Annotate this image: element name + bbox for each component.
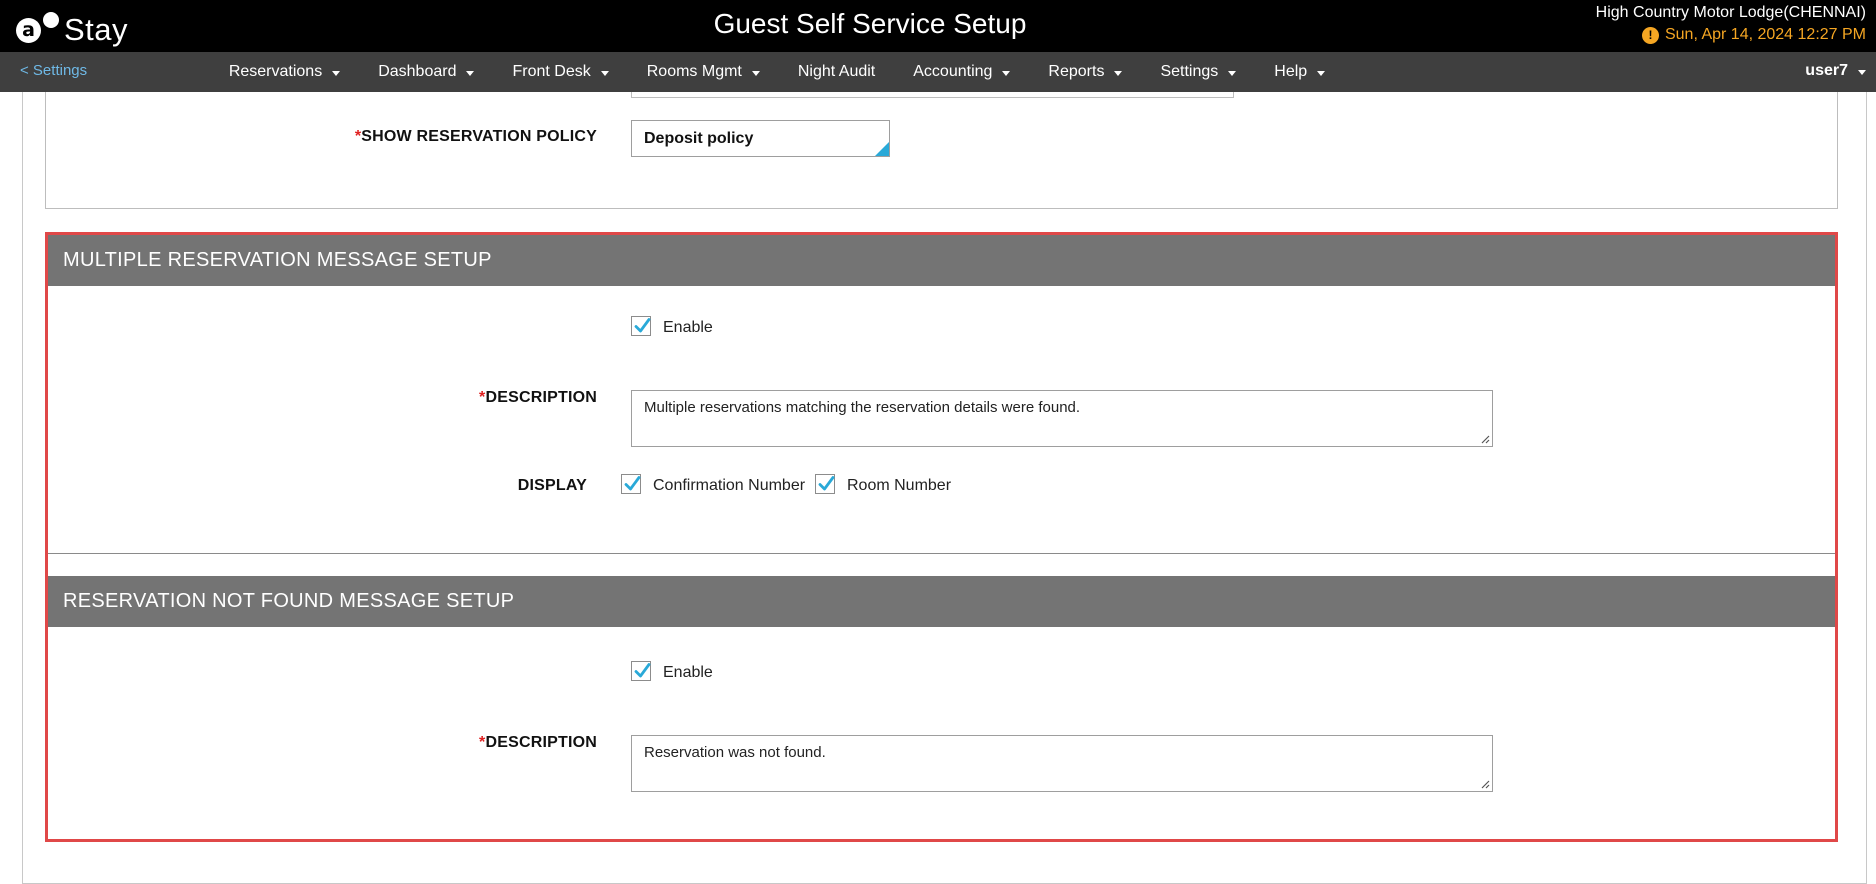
caret-down-icon — [1317, 71, 1326, 76]
main-nav: < Settings Reservations Dashboard Front … — [0, 52, 1876, 92]
reservation-policy-select[interactable]: Deposit policy — [631, 120, 890, 157]
room-number-checkbox[interactable] — [815, 474, 835, 494]
nav-label: Rooms Mgmt — [646, 63, 742, 80]
caret-down-icon — [1114, 71, 1123, 76]
nav-label: Help — [1274, 63, 1308, 80]
textarea-value: Reservation was not found. — [644, 744, 826, 761]
not-found-description-label: *DESCRIPTION — [300, 734, 597, 752]
caret-down-icon — [466, 71, 475, 76]
nav-item-reservations[interactable]: Reservations — [228, 63, 341, 81]
scrolled-field-edge — [631, 92, 1234, 98]
hotel-name: High Country Motor Lodge(CHENNAI) — [1595, 4, 1866, 21]
checkmark-icon — [634, 663, 651, 678]
not-found-description-textarea[interactable]: Reservation was not found. — [631, 735, 1493, 792]
alert-icon[interactable]: ! — [1641, 26, 1659, 44]
date-time-text: Sun, Apr 14, 2024 12:27 PM — [1664, 26, 1866, 43]
multiple-enable-checkbox[interactable] — [631, 316, 651, 336]
not-found-enable-label: Enable — [663, 664, 713, 681]
reservation-policy-label: *SHOW RESERVATION POLICY — [300, 128, 597, 146]
room-number-label: Room Number — [847, 477, 952, 494]
nav-label: Reports — [1048, 63, 1105, 80]
nav-label: Reservations — [228, 63, 323, 80]
resize-handle-icon[interactable] — [1480, 434, 1490, 444]
nav-label: Front Desk — [512, 63, 591, 80]
multiple-description-label: *DESCRIPTION — [300, 389, 597, 407]
label-text: DESCRIPTION — [485, 734, 597, 751]
checkmark-icon — [624, 476, 641, 491]
nav-item-rooms-mgmt[interactable]: Rooms Mgmt — [647, 63, 760, 81]
nav-item-help[interactable]: Help — [1274, 63, 1326, 81]
nav-item-accounting[interactable]: Accounting — [913, 63, 1011, 81]
multiple-description-textarea[interactable]: Multiple reservations matching the reser… — [631, 390, 1493, 447]
nav-label: Settings — [1160, 63, 1219, 80]
nav-item-front-desk[interactable]: Front Desk — [512, 63, 609, 81]
hotel-info: High Country Motor Lodge(CHENNAI) ! Sun,… — [1596, 2, 1866, 46]
checkmark-icon — [634, 318, 651, 333]
dropdown-corner-icon — [875, 142, 889, 156]
label-text: SHOW RESERVATION POLICY — [361, 128, 597, 145]
nav-item-dashboard[interactable]: Dashboard — [378, 63, 475, 81]
caret-down-icon — [1002, 71, 1011, 76]
nav-item-night-audit[interactable]: Night Audit — [798, 63, 875, 81]
nav-menu: Reservations Dashboard Front Desk Rooms … — [0, 52, 1876, 92]
business-date: ! Sun, Apr 14, 2024 12:27 PM — [1596, 24, 1866, 46]
page-title: Guest Self Service Setup — [713, 8, 1027, 39]
not-found-heading: RESERVATION NOT FOUND MESSAGE SETUP — [48, 576, 1835, 627]
confirmation-number-label: Confirmation Number — [653, 477, 806, 494]
caret-down-icon — [1228, 71, 1237, 76]
reservation-policy-panel — [45, 92, 1838, 209]
multiple-enable-label: Enable — [663, 319, 713, 336]
caret-down-icon — [600, 71, 609, 76]
caret-down-icon — [332, 71, 341, 76]
top-bar: a Stay Guest Self Service Setup High Cou… — [0, 0, 1876, 52]
nav-item-reports[interactable]: Reports — [1048, 63, 1123, 81]
caret-down-icon — [1858, 70, 1866, 75]
user-menu[interactable]: user7 — [1805, 62, 1866, 80]
nav-label: Dashboard — [378, 63, 457, 80]
label-text: DESCRIPTION — [485, 389, 597, 406]
section-divider — [48, 553, 1835, 554]
selected-value: Deposit policy — [644, 130, 754, 147]
nav-item-settings[interactable]: Settings — [1160, 63, 1237, 81]
resize-handle-icon[interactable] — [1480, 779, 1490, 789]
nav-label: Accounting — [913, 63, 993, 80]
nav-label: Night Audit — [797, 63, 876, 80]
textarea-value: Multiple reservations matching the reser… — [644, 399, 1081, 416]
user-name: user7 — [1805, 62, 1848, 79]
multiple-reservation-heading: MULTIPLE RESERVATION MESSAGE SETUP — [48, 235, 1835, 286]
confirmation-number-checkbox[interactable] — [621, 474, 641, 494]
display-label: DISPLAY — [517, 477, 587, 494]
not-found-enable-checkbox[interactable] — [631, 661, 651, 681]
caret-down-icon — [751, 71, 760, 76]
checkmark-icon — [818, 476, 835, 491]
